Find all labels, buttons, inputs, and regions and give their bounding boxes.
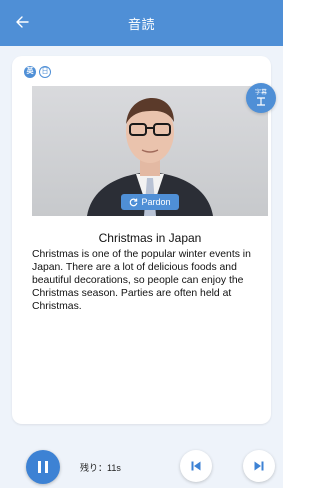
back-button[interactable] [10,10,34,34]
story-title: Christmas in Japan [98,231,202,245]
language-badges: 英 日 [24,66,51,78]
subtitle-button[interactable]: 字幕 [246,83,276,113]
replay-icon [130,198,138,206]
arrow-left-icon [16,16,29,28]
app-header: 音読 [0,0,283,46]
skip-next-button[interactable] [243,450,275,482]
pause-button[interactable] [26,450,60,484]
english-badge: 英 [24,66,36,78]
page-title: 音読 [127,16,155,32]
skip-previous-icon [191,461,201,471]
subtitle-label: 字幕 [254,90,267,96]
skip-previous-button[interactable] [180,450,212,482]
pardon-label: Pardon [141,197,171,207]
pardon-button[interactable]: Pardon [121,194,179,210]
skip-next-icon [254,461,264,471]
remaining-time: 残り：11s [80,463,121,473]
subtitle-icon [257,97,265,106]
story-body: Christmas is one of the popular winter e… [32,249,251,312]
pause-icon [38,461,41,473]
japanese-badge: 日 [39,66,51,78]
pause-icon-bar [45,461,48,473]
